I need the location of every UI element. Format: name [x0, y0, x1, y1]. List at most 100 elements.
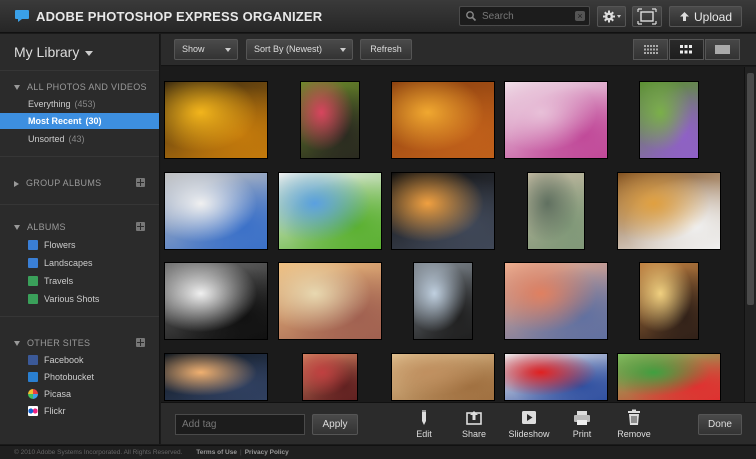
large-view-button[interactable]	[705, 39, 740, 60]
footer-separator: |	[239, 449, 242, 456]
photo-thumbnail-window-light[interactable]	[640, 263, 698, 339]
expand-arrow-icon	[14, 341, 20, 347]
sidebar-item-photobucket[interactable]: Photobucket	[0, 369, 159, 385]
refresh-button[interactable]: Refresh	[360, 39, 412, 60]
sidebar-item-flowers[interactable]: Flowers	[0, 237, 159, 253]
terms-link[interactable]: Terms of Use	[196, 449, 237, 456]
section-group-albums[interactable]: GROUP ALBUMS	[14, 178, 101, 188]
photo-thumbnail-dusk-silhouette[interactable]	[165, 354, 267, 400]
trash-icon	[628, 409, 640, 425]
photo-thumbnail-yellow-flower[interactable]	[165, 82, 267, 158]
section-other-sites[interactable]: OTHER SITES	[14, 338, 90, 348]
photo-thumbnail-green-doors[interactable]	[528, 173, 584, 249]
show-dropdown[interactable]: Show	[174, 39, 238, 60]
print-button[interactable]: Print	[568, 409, 596, 443]
sidebar-item-unsorted[interactable]: Unsorted (43)	[0, 131, 159, 147]
scrollbar[interactable]	[744, 67, 756, 402]
clear-search-icon[interactable]: ×	[575, 11, 585, 21]
photo-thumbnail-red-dancers[interactable]	[505, 354, 607, 400]
search-icon	[466, 11, 477, 22]
divider	[0, 70, 159, 71]
remove-button[interactable]: Remove	[615, 409, 653, 443]
title-bar: ADOBE PHOTOSHOP EXPRESS ORGANIZER ×	[0, 0, 756, 33]
refresh-label: Refresh	[370, 44, 402, 54]
photo-thumbnail-pagoda-sunset[interactable]	[392, 173, 494, 249]
nav-label: Picasa	[44, 389, 72, 399]
chevron-down-icon	[340, 48, 346, 52]
toolbar: Show Sort By (Newest) Refresh	[161, 34, 756, 66]
printer-icon	[574, 411, 590, 425]
search-box[interactable]: ×	[459, 6, 590, 26]
add-site-icon[interactable]	[136, 338, 145, 347]
expand-arrow-icon	[14, 225, 20, 231]
photo-thumbnail-pottery-hands[interactable]	[392, 354, 494, 400]
nav-label: Most Recent	[28, 116, 82, 126]
sidebar-item-flickr[interactable]: Flickr	[0, 403, 159, 419]
small-grid-icon	[644, 45, 658, 54]
photo-thumbnail-stupa-arch[interactable]	[414, 263, 472, 339]
footer: © 2010 Adobe Systems Incorporated. All R…	[0, 445, 756, 459]
photo-thumbnail-cloudy-sky[interactable]	[505, 263, 607, 339]
upload-label: Upload	[694, 10, 733, 24]
action-label: Print	[572, 429, 592, 439]
photo-thumbnail-tulips[interactable]	[301, 82, 359, 158]
play-icon	[522, 411, 536, 424]
slideshow-album-icon	[28, 294, 38, 304]
sidebar-item-facebook[interactable]: Facebook	[0, 352, 159, 368]
photo-thumbnail-pink-orchid[interactable]	[505, 82, 607, 158]
scrollbar-thumb[interactable]	[747, 73, 754, 305]
sidebar-item-various-shots[interactable]: Various Shots	[0, 291, 159, 307]
sidebar-item-most-recent[interactable]: Most Recent (30)	[0, 113, 159, 129]
section-all-photos[interactable]: ALL PHOTOS AND VIDEOS	[14, 82, 147, 92]
photo-thumbnail-water-lily[interactable]	[640, 82, 698, 158]
photo-thumbnail-green-red-field[interactable]	[618, 354, 720, 400]
facebook-icon	[28, 355, 38, 365]
picasa-icon	[28, 389, 38, 399]
sidebar-item-landscapes[interactable]: Landscapes	[0, 255, 159, 271]
nav-label: Landscapes	[44, 258, 93, 268]
album-icon	[28, 258, 38, 268]
share-button[interactable]: Share	[459, 409, 489, 443]
edit-button[interactable]: Edit	[410, 409, 438, 443]
section-heading: GROUP ALBUMS	[26, 178, 102, 188]
upload-button[interactable]: Upload	[669, 6, 742, 27]
photo-thumbnail-market-man[interactable]	[618, 173, 720, 249]
sort-dropdown[interactable]: Sort By (Newest)	[246, 39, 353, 60]
section-albums[interactable]: ALBUMS	[14, 222, 66, 232]
chevron-down-icon	[225, 48, 231, 52]
photo-grid	[161, 67, 744, 402]
settings-button[interactable]	[597, 6, 626, 27]
nav-label: Unsorted	[28, 134, 65, 144]
divider	[0, 156, 159, 157]
photo-thumbnail-arch-sky[interactable]	[165, 173, 267, 249]
gear-icon	[603, 10, 621, 23]
library-title[interactable]: My Library	[14, 44, 94, 60]
photo-thumbnail-fisherman[interactable]	[165, 263, 267, 339]
done-button[interactable]: Done	[698, 414, 742, 435]
sort-label: Sort By (Newest)	[254, 44, 323, 54]
apply-button[interactable]: Apply	[312, 414, 358, 435]
photobucket-icon	[28, 372, 38, 382]
app-title: ADOBE PHOTOSHOP EXPRESS ORGANIZER	[36, 9, 323, 24]
privacy-link[interactable]: Privacy Policy	[245, 449, 289, 456]
slideshow-button[interactable]: Slideshow	[506, 409, 552, 443]
single-view-icon	[715, 45, 730, 54]
photo-thumbnail-umbrella[interactable]	[392, 82, 494, 158]
section-heading: OTHER SITES	[27, 338, 91, 348]
search-input[interactable]	[482, 9, 570, 23]
medium-thumbnails-button[interactable]	[669, 39, 704, 60]
add-group-album-icon[interactable]	[136, 178, 145, 187]
fullscreen-button[interactable]	[632, 6, 662, 27]
add-tag-input[interactable]	[175, 414, 305, 435]
photo-thumbnail-alley-houses[interactable]	[279, 263, 381, 339]
sidebar-item-everything[interactable]: Everything (453)	[0, 96, 159, 112]
photo-thumbnail-white-church[interactable]	[279, 173, 381, 249]
photo-thumbnail-basket-hands[interactable]	[303, 354, 357, 400]
small-thumbnails-button[interactable]	[633, 39, 668, 60]
fullscreen-icon	[637, 8, 657, 25]
sidebar-item-picasa[interactable]: Picasa	[0, 386, 159, 402]
nav-label: Travels	[44, 276, 74, 286]
add-album-icon[interactable]	[136, 222, 145, 231]
divider	[0, 204, 159, 205]
sidebar-item-travels[interactable]: Travels	[0, 273, 159, 289]
